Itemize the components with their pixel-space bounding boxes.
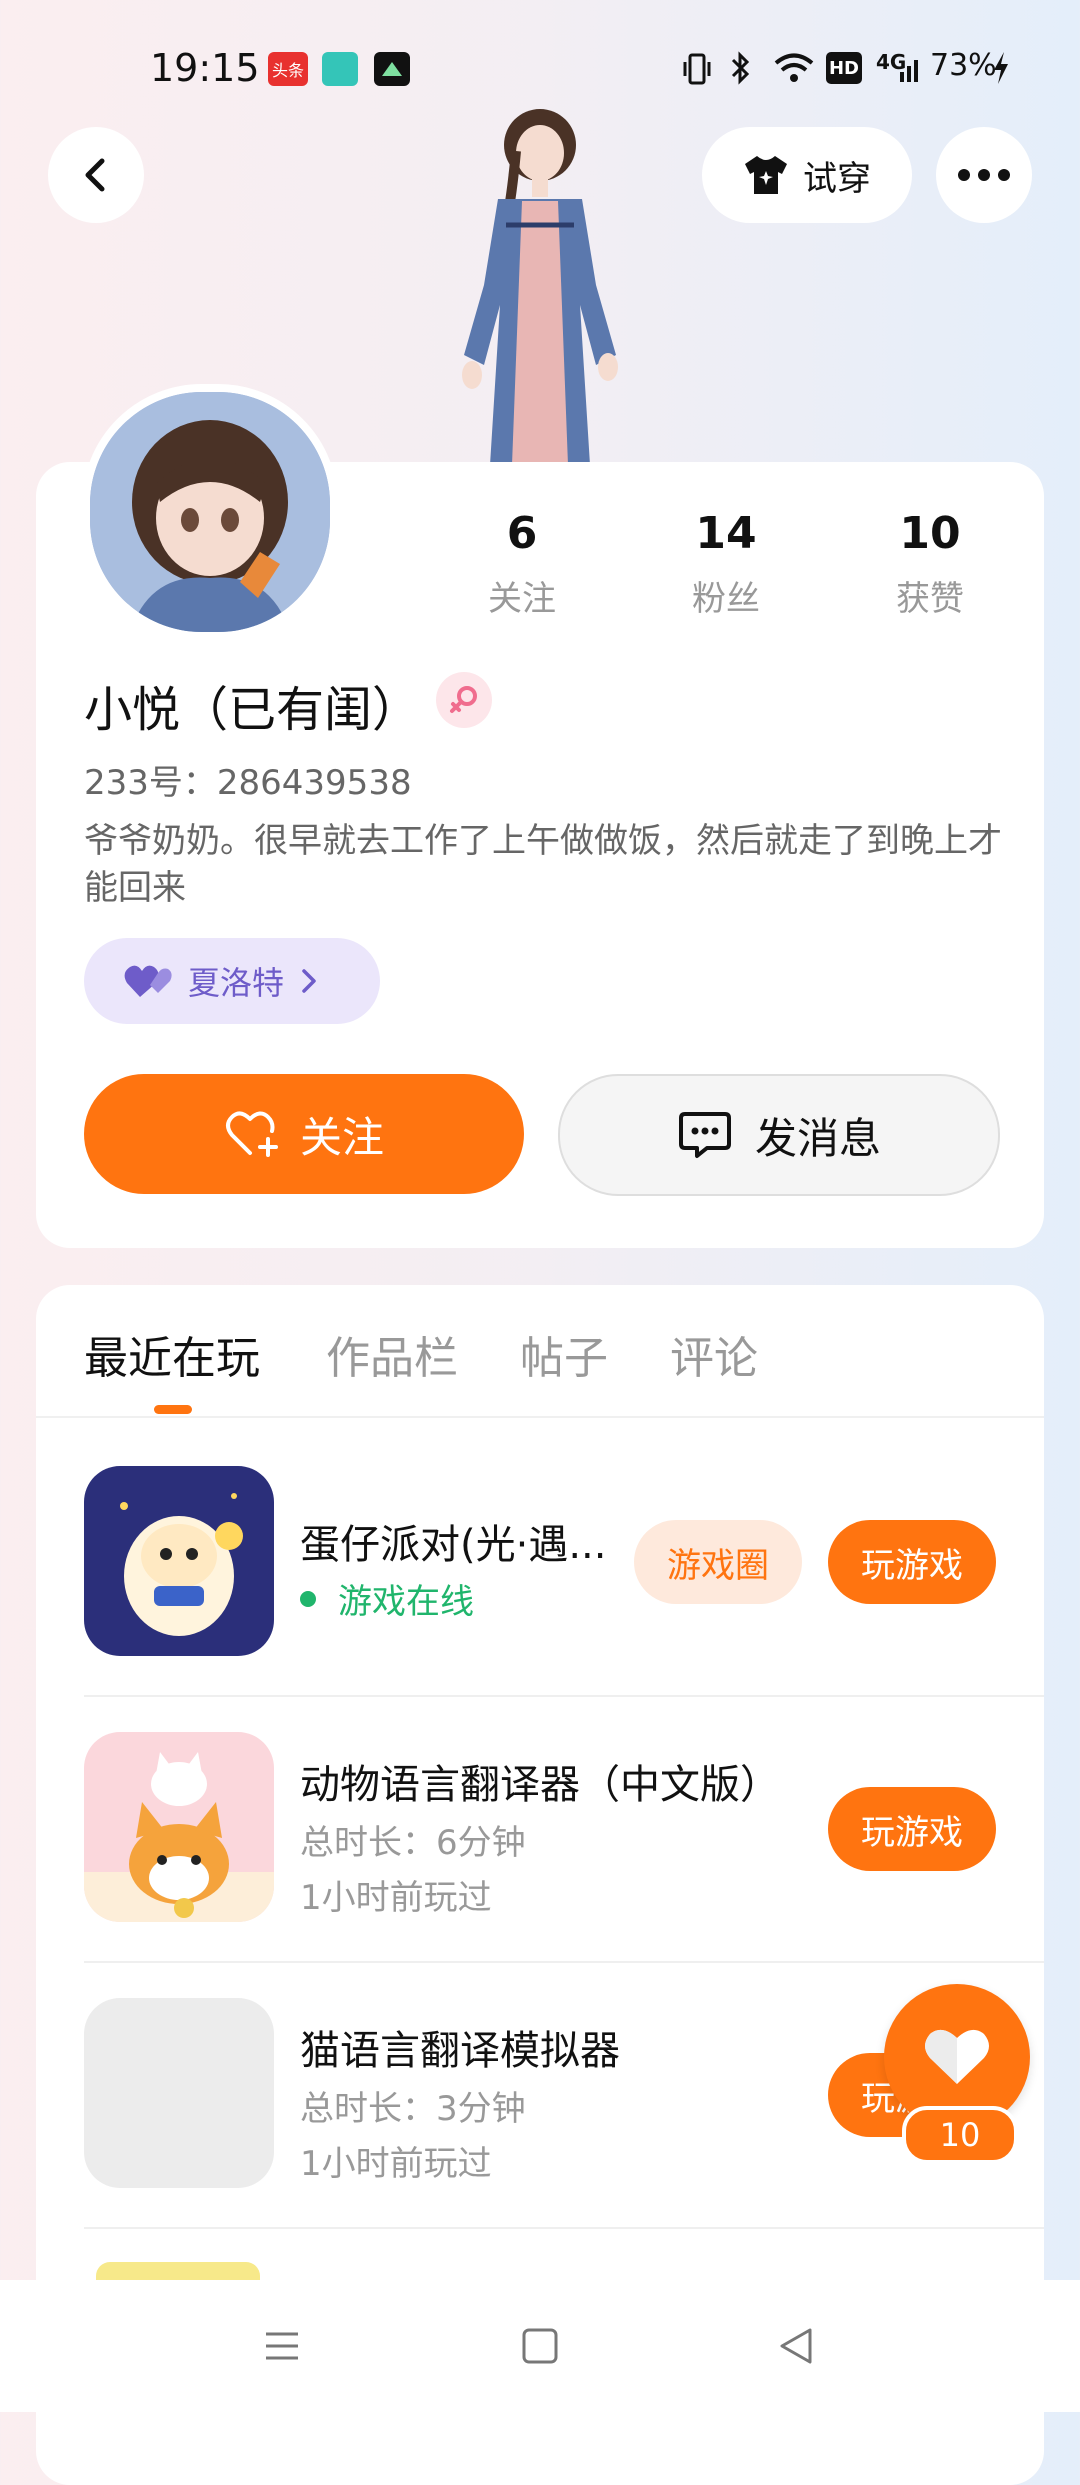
more-icon — [958, 169, 1010, 181]
follow-label: 关注 — [299, 1112, 384, 1162]
game-title: 动物语言翻译器（中文版） — [300, 1762, 780, 1808]
send-message-button[interactable]: 发消息 — [558, 1074, 1000, 1196]
game-app-icon — [374, 52, 410, 86]
female-icon — [450, 686, 477, 713]
profile-name: 小悦（已有闺） — [84, 682, 421, 738]
signal-icon — [900, 60, 918, 82]
game-icon-eggy-party[interactable] — [84, 1466, 274, 1656]
double-heart-icon — [124, 965, 172, 997]
stat-following[interactable]: 6 关注 — [442, 508, 602, 620]
tab-recently-played[interactable]: 最近在玩 — [84, 1322, 260, 1386]
menu-icon[interactable] — [262, 2326, 302, 2366]
status-time: 19:15 — [150, 46, 260, 90]
heart-plus-icon — [225, 1111, 278, 1157]
bluetooth-icon — [731, 51, 750, 85]
stat-fans-label: 粉丝 — [692, 579, 760, 619]
game-duration: 总时长：6分钟 — [300, 1823, 526, 1863]
list-divider — [84, 2227, 1044, 2229]
user-id: 233号：286439538 — [84, 763, 412, 803]
relationship-tag-label: 夏洛特 — [188, 964, 285, 1002]
game-icon-animal-translator[interactable] — [84, 1732, 274, 1922]
game-last-played: 1小时前玩过 — [300, 2144, 492, 2184]
relationship-tag[interactable]: 夏洛特 — [84, 938, 380, 1024]
try-on-label: 试穿 — [803, 158, 871, 199]
stat-following-value: 6 — [506, 508, 538, 559]
stat-fans-value: 14 — [695, 508, 757, 559]
game-icon-placeholder[interactable] — [84, 1998, 274, 2188]
avatar[interactable] — [82, 384, 338, 640]
tab-posts[interactable]: 帖子 — [520, 1322, 608, 1386]
back-nav-icon[interactable] — [776, 2326, 816, 2366]
stat-following-label: 关注 — [488, 579, 556, 619]
system-navigation-bar — [0, 2280, 1080, 2412]
stat-fans[interactable]: 14 粉丝 — [646, 508, 806, 620]
game-title: 猫语言翻译模拟器 — [300, 2028, 620, 2074]
send-message-label: 发消息 — [754, 1113, 881, 1163]
stat-likes[interactable]: 10 获赞 — [850, 508, 1010, 620]
wifi-icon — [774, 53, 814, 82]
active-tab-indicator — [154, 1405, 192, 1414]
avatar-image — [90, 392, 330, 632]
try-on-button[interactable]: 试穿 — [702, 127, 912, 223]
online-dot-icon — [300, 1590, 316, 1607]
follow-button[interactable]: 关注 — [84, 1074, 524, 1194]
list-divider — [84, 1695, 1044, 1697]
chevron-left-icon — [85, 158, 105, 192]
game-title: 蛋仔派对(光·遇... — [300, 1522, 607, 1568]
battery-percent: 73% — [930, 48, 997, 83]
back-button[interactable] — [48, 127, 144, 223]
female-gender-badge — [436, 672, 492, 728]
play-game-button[interactable]: 玩游戏 — [828, 1787, 996, 1871]
chat-app-icon — [322, 52, 358, 86]
charging-icon — [994, 52, 1008, 84]
chevron-right-icon — [302, 969, 316, 993]
tab-works[interactable]: 作品栏 — [326, 1322, 458, 1386]
like-count-badge: 10 — [902, 2106, 1018, 2164]
game-circle-button[interactable]: 游戏圈 — [634, 1520, 802, 1604]
avatar-character-image — [462, 109, 618, 465]
heart-icon — [925, 2029, 989, 2084]
tab-comments[interactable]: 评论 — [670, 1322, 758, 1386]
tab-divider — [36, 1416, 1044, 1418]
game-last-played: 1小时前玩过 — [300, 1878, 492, 1918]
stat-likes-value: 10 — [899, 508, 961, 559]
list-divider — [84, 1961, 1044, 1963]
toutiao-icon: 头条 — [268, 52, 308, 86]
online-status: 游戏在线 — [300, 1574, 474, 1623]
online-status-label: 游戏在线 — [338, 1582, 474, 1622]
more-button[interactable] — [936, 127, 1032, 223]
chat-bubble-icon — [678, 1112, 731, 1158]
play-game-button[interactable]: 玩游戏 — [828, 1520, 996, 1604]
vibrate-icon — [683, 53, 711, 85]
profile-bio: 爷爷奶奶。很早就去工作了上午做做饭，然后就走了到晚上才能回来 — [84, 821, 1002, 908]
home-icon[interactable] — [520, 2326, 560, 2366]
game-icon-partial — [96, 2262, 260, 2280]
tshirt-icon — [745, 156, 787, 194]
game-duration: 总时长：3分钟 — [300, 2089, 526, 2129]
stat-likes-label: 获赞 — [896, 579, 964, 619]
hd-icon: HD — [826, 52, 862, 84]
